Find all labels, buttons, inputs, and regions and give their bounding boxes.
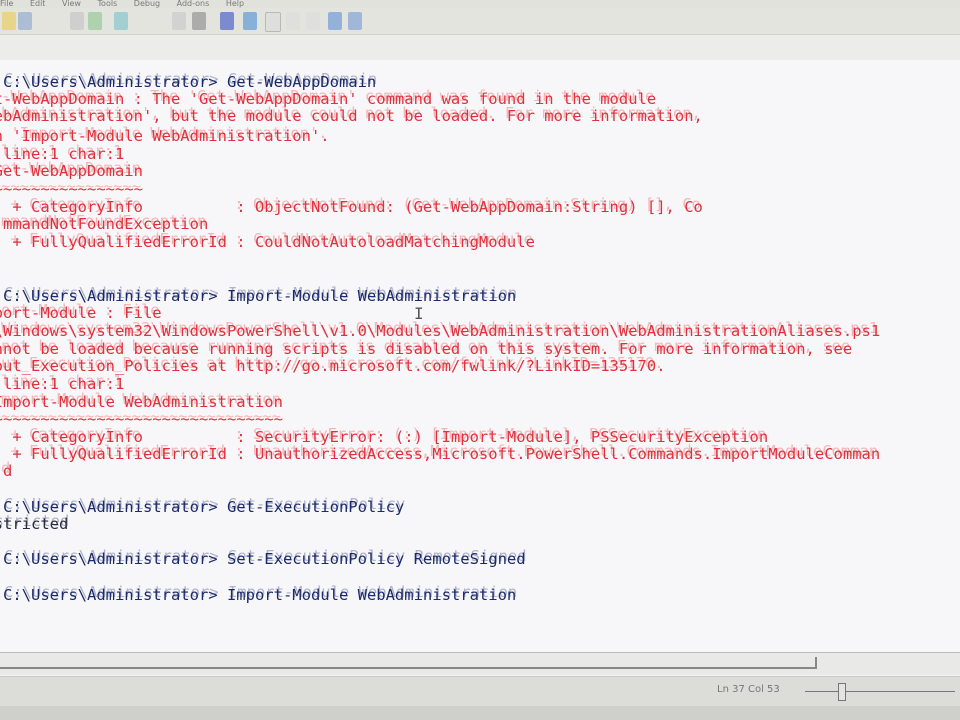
console-command-line: PS C:\Users\Administrator> Import-Module… <box>0 586 517 604</box>
menu-view[interactable]: View <box>62 0 81 8</box>
console-error-line: + Get-WebAppDomain <box>0 162 143 180</box>
console-output-line: Restricted <box>0 515 69 533</box>
console-pane[interactable]: PS C:\Users\Administrator> Get-WebAppDom… <box>0 60 960 652</box>
zoom-slider-thumb[interactable] <box>838 683 846 701</box>
console-command-line: PS C:\Users\Administrator> Set-Execution… <box>0 550 526 568</box>
horizontal-scrollbar[interactable] <box>0 652 960 675</box>
menu-bar: File Edit View Tools Debug Add-ons Help <box>0 0 960 8</box>
status-bar: Ln 37 Col 53 <box>0 676 960 707</box>
console-error-line: + FullyQualifiedErrorId : UnauthorizedAc… <box>0 445 881 463</box>
open-icon[interactable] <box>2 12 16 30</box>
paste-icon[interactable] <box>114 12 128 30</box>
show-console-icon[interactable] <box>306 12 320 30</box>
console-error-line: Import-Module : File <box>0 304 162 322</box>
console-command-line: PS C:\Users\Administrator> Get-Execution… <box>0 498 405 516</box>
console-error-line: + ~~~~~~~~~~~~~~~~ <box>0 180 143 198</box>
toolbar <box>0 8 960 35</box>
redo-icon[interactable] <box>192 12 206 30</box>
run-icon[interactable] <box>220 12 234 30</box>
console-command-line: PS C:\Users\Administrator> Import-Module… <box>0 287 517 305</box>
console-error-line: C:\Windows\system32\WindowsPowerShell\v1… <box>0 322 881 340</box>
console-error-line: cannot be loaded because running scripts… <box>0 340 853 358</box>
run-selection-icon[interactable] <box>243 12 257 30</box>
text-cursor-icon: I <box>414 304 424 323</box>
cursor-position: Ln 37 Col 53 <box>717 684 780 695</box>
help-icon[interactable] <box>328 12 342 30</box>
console-error-line: about_Execution_Policies at http://go.mi… <box>0 357 666 375</box>
save-icon[interactable] <box>18 12 32 30</box>
console-command-line: PS C:\Users\Administrator> Get-WebAppDom… <box>0 73 377 91</box>
undo-icon[interactable] <box>172 12 186 30</box>
tab-strip <box>0 35 960 60</box>
console-error-line: + CategoryInfo : SecurityError: (:) [Imp… <box>0 428 769 446</box>
layout-icon[interactable] <box>265 12 281 32</box>
console-error-line: At line:1 char:1 <box>2 145 125 163</box>
menu-tools[interactable]: Tools <box>98 0 118 8</box>
console-error-line: + Import-Module WebAdministration <box>0 393 283 411</box>
taskbar <box>0 706 960 720</box>
console-error-line: At line:1 char:1 <box>2 375 125 393</box>
console-error-line: 'WebAdministration', but the module coul… <box>0 107 703 125</box>
commands-icon[interactable] <box>348 12 362 30</box>
cut-icon[interactable] <box>70 12 84 30</box>
console-error-line: + CategoryInfo : ObjectNotFound: (Get-We… <box>0 198 703 216</box>
show-script-pane-icon[interactable] <box>286 12 300 30</box>
menu-debug[interactable]: Debug <box>134 0 160 8</box>
console-error-line: Get-WebAppDomain : The 'Get-WebAppDomain… <box>0 90 657 108</box>
menu-addons[interactable]: Add-ons <box>177 0 210 8</box>
copy-icon[interactable] <box>88 12 102 30</box>
console-error-line: mmandNotFoundException <box>2 215 209 233</box>
console-error-line: run 'Import-Module WebAdministration'. <box>0 127 330 145</box>
menu-file[interactable]: File <box>0 0 13 8</box>
console-error-line: + ~~~~~~~~~~~~~~~~~~~~~~~~~~~~~~~ <box>0 410 283 428</box>
console-error-line: + FullyQualifiedErrorId : CouldNotAutolo… <box>0 233 535 251</box>
zoom-slider[interactable] <box>805 691 955 692</box>
menu-help[interactable]: Help <box>226 0 244 8</box>
menu-edit[interactable]: Edit <box>30 0 46 8</box>
console-error-line: d <box>2 462 13 480</box>
